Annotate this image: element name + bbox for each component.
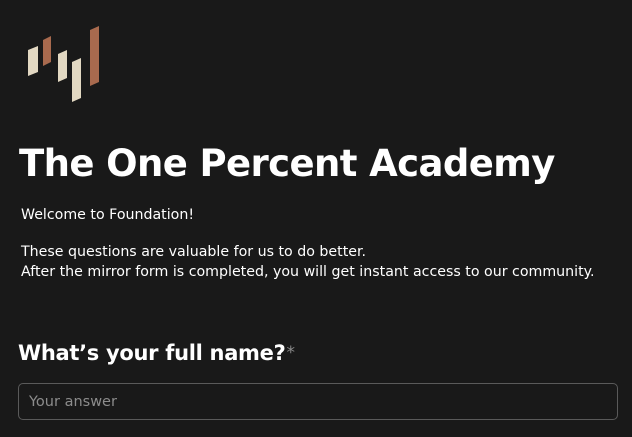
description-line-2: After the mirror form is completed, you … xyxy=(21,264,595,280)
full-name-input[interactable] xyxy=(18,383,618,420)
form-description: Welcome to Foundation! These questions a… xyxy=(21,205,595,282)
required-asterisk: * xyxy=(286,343,295,363)
logo-bar-4 xyxy=(72,58,81,102)
logo-bar-3 xyxy=(58,50,67,82)
logo-bar-5 xyxy=(90,26,99,86)
description-line-1: These questions are valuable for us to d… xyxy=(21,244,367,260)
question-label-row: What’s your full name?* xyxy=(18,338,295,368)
logo-bars xyxy=(28,26,99,102)
question-label: What’s your full name? xyxy=(18,341,286,365)
academy-logo-icon xyxy=(28,26,99,102)
logo-bar-2 xyxy=(43,36,51,66)
welcome-text: Welcome to Foundation! xyxy=(21,207,195,223)
form-title: The One Percent Academy xyxy=(19,142,555,185)
logo-bar-1 xyxy=(28,46,38,76)
